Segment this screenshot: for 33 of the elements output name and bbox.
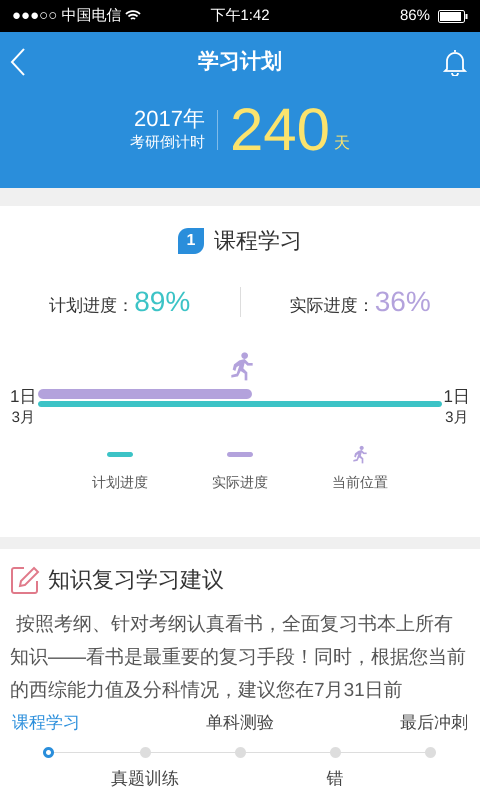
days-count: 240 <box>230 100 330 160</box>
battery-text: 86% <box>400 6 430 26</box>
step-label[interactable]: 单科测验 <box>206 710 274 736</box>
end-day: 1日 <box>444 387 470 407</box>
end-month: 3月 <box>445 408 468 428</box>
countdown-label: 考研倒计时 <box>130 132 205 153</box>
wifi-icon <box>125 10 142 22</box>
step-label[interactable]: 错 <box>326 766 344 792</box>
clock-text: 下午1:42 <box>210 6 270 26</box>
page-title: 学习计划 <box>198 49 282 76</box>
days-unit: 天 <box>334 134 350 154</box>
back-icon <box>10 47 26 77</box>
legend-label: 当前位置 <box>332 472 388 492</box>
section-number-badge: 1 <box>178 228 204 254</box>
section-title: 课程学习 <box>214 227 302 255</box>
actual-label: 实际进度： <box>290 295 375 317</box>
carrier-text: ●●●○○ 中国电信 <box>12 4 162 28</box>
planned-label: 计划进度： <box>49 295 134 317</box>
legend-label: 计划进度 <box>92 472 148 492</box>
battery-icon <box>438 10 468 22</box>
advice-paragraph: 按照考纲、针对考纲认真看书，全面复习书本上所有知识——看书是最重要的复习手段！同时，根据您当前的西综能力值及分科情况，建议您在7月31日前 <box>10 613 467 703</box>
advice-title: 知识复习学习建议 <box>48 566 224 594</box>
step-label[interactable]: 最后冲刺 <box>400 710 468 736</box>
edit-icon <box>10 564 40 594</box>
start-month: 3月 <box>12 408 35 428</box>
bell-icon <box>443 48 467 76</box>
legend-label: 实际进度 <box>212 472 268 492</box>
step-label[interactable]: 课程学习 <box>12 710 80 736</box>
step-label[interactable]: 真题训练 <box>111 766 179 792</box>
planned-value: 89% <box>134 285 190 319</box>
year-text: 2017年 <box>134 106 205 132</box>
start-day: 1日 <box>10 387 36 407</box>
actual-value: 36% <box>374 285 431 319</box>
